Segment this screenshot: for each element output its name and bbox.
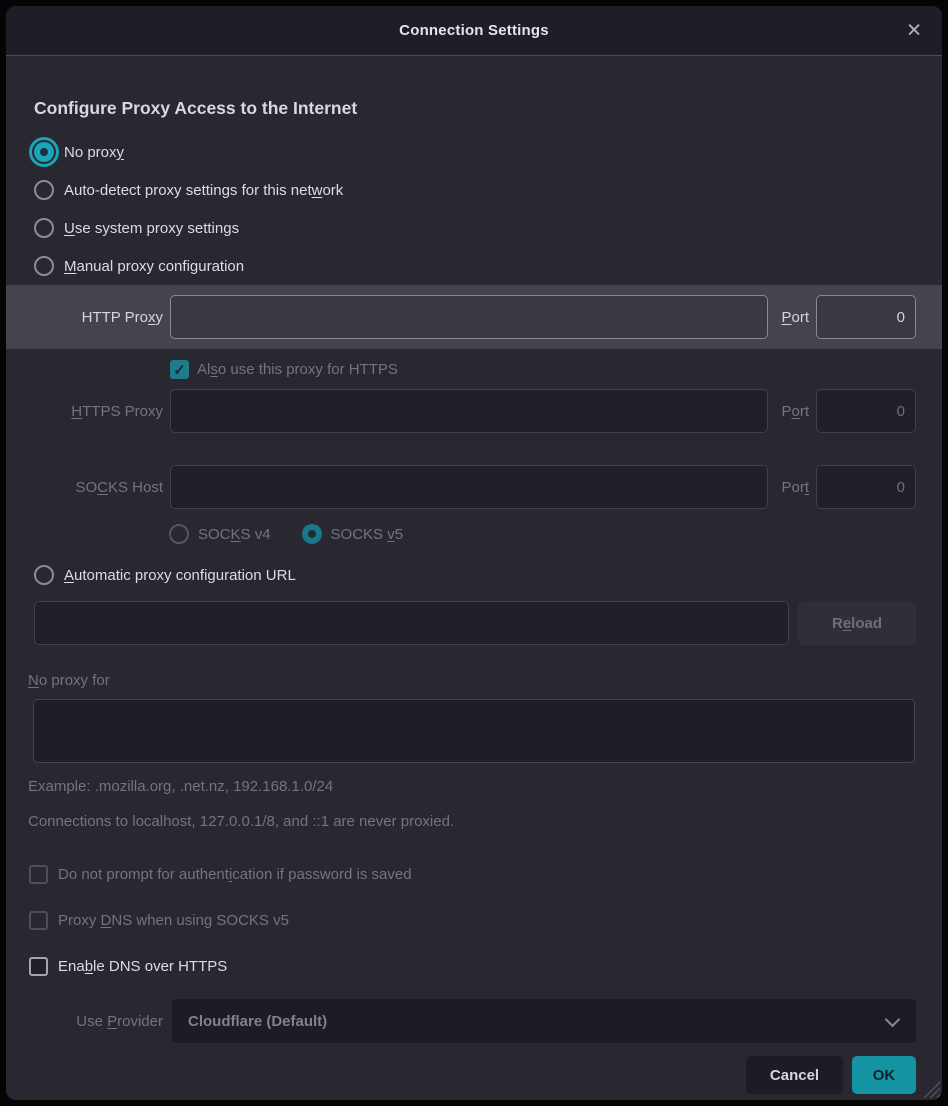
radio-row-system-proxy[interactable]: Use system proxy settings [34, 209, 916, 247]
radio-label-no-proxy: No proxy [63, 144, 124, 161]
no-proxy-for-textarea [33, 699, 915, 763]
enable-doh-checkbox[interactable] [29, 957, 48, 976]
radio-icon-socks-v4 [169, 524, 189, 544]
radio-label-socks-v4: SOCKS v4 [198, 526, 271, 543]
radio-icon-autoconfig[interactable] [34, 565, 54, 585]
use-provider-label: Use Provider [28, 1013, 163, 1030]
option-row-no-prompt-auth: Do not prompt for authentication if pass… [29, 863, 916, 885]
radio-label-system-proxy: Use system proxy settings [63, 220, 239, 237]
ok-button[interactable]: OK [852, 1056, 916, 1094]
provider-dropdown: Cloudflare (Default) [172, 999, 916, 1043]
autoconfig-url-input [34, 601, 789, 645]
socks-host-input [170, 465, 768, 509]
radio-label-auto-detect: Auto-detect proxy settings for this netw… [63, 182, 343, 199]
provider-selected-value: Cloudflare (Default) [188, 1013, 327, 1030]
connection-settings-dialog: Connection Settings ✕ Configure Proxy Ac… [6, 6, 942, 1100]
doh-provider-row: Use Provider Cloudflare (Default) [28, 999, 916, 1043]
https-proxy-label: HTTPS Proxy [28, 403, 163, 420]
page-title: Configure Proxy Access to the Internet [34, 98, 916, 119]
radio-icon-manual-proxy[interactable] [34, 256, 54, 276]
dialog-content: Configure Proxy Access to the Internet N… [6, 56, 942, 1100]
https-port-input [816, 389, 916, 433]
radio-icon-system-proxy[interactable] [34, 218, 54, 238]
proxy-dns-checkbox [29, 911, 48, 930]
https-proxy-row: HTTPS Proxy Port [28, 389, 916, 433]
radio-icon-auto-detect[interactable] [34, 180, 54, 200]
autoconfig-url-row: Reload [34, 601, 916, 645]
no-proxy-for-label: No proxy for [28, 672, 916, 689]
close-icon[interactable]: ✕ [906, 21, 922, 40]
radio-label-autoconfig: Automatic proxy configuration URL [63, 567, 296, 584]
radio-label-socks-v5: SOCKS v5 [331, 526, 404, 543]
localhost-note-text: Connections to localhost, 127.0.0.1/8, a… [28, 813, 916, 830]
chevron-down-icon [885, 1012, 901, 1028]
option-row-enable-doh[interactable]: Enable DNS over HTTPS [29, 955, 916, 977]
socks-version-row: SOCKS v4 SOCKS v5 [169, 522, 916, 546]
also-https-label: Also use this proxy for HTTPS [197, 361, 398, 378]
footer-buttons: Cancel OK [28, 1056, 916, 1094]
http-port-label: Port [775, 309, 809, 326]
enable-doh-label: Enable DNS over HTTPS [58, 958, 227, 975]
http-proxy-row: HTTP Proxy Port [6, 285, 942, 349]
http-proxy-label: HTTP Proxy [28, 309, 163, 326]
radio-label-manual-proxy: Manual proxy configuration [63, 258, 244, 275]
radio-row-no-proxy[interactable]: No proxy [34, 133, 916, 171]
radio-row-autoconfig[interactable]: Automatic proxy configuration URL [34, 558, 916, 592]
also-https-row: ✓ Also use this proxy for HTTPS [170, 356, 916, 383]
dialog-title: Connection Settings [399, 22, 549, 39]
socks-host-label: SOCKS Host [28, 479, 163, 496]
cancel-button[interactable]: Cancel [746, 1056, 843, 1094]
proxy-dns-label: Proxy DNS when using SOCKS v5 [58, 912, 289, 929]
also-https-checkbox: ✓ [170, 360, 189, 379]
socks-host-row: SOCKS Host Port [28, 465, 916, 509]
dialog-titlebar: Connection Settings ✕ [6, 6, 942, 56]
no-proxy-example-text: Example: .mozilla.org, .net.nz, 192.168.… [28, 778, 916, 795]
http-port-input [816, 295, 916, 339]
http-proxy-input [170, 295, 768, 339]
option-row-proxy-dns: Proxy DNS when using SOCKS v5 [29, 909, 916, 931]
radio-row-auto-detect[interactable]: Auto-detect proxy settings for this netw… [34, 171, 916, 209]
radio-row-manual-proxy[interactable]: Manual proxy configuration [34, 247, 916, 285]
https-proxy-input [170, 389, 768, 433]
radio-icon-socks-v5 [302, 524, 322, 544]
radio-icon-no-proxy[interactable] [34, 142, 54, 162]
no-prompt-auth-label: Do not prompt for authentication if pass… [58, 866, 412, 883]
socks-port-label: Port [775, 479, 809, 496]
reload-button: Reload [798, 602, 916, 645]
socks-port-input [816, 465, 916, 509]
no-prompt-auth-checkbox [29, 865, 48, 884]
https-port-label: Port [775, 403, 809, 420]
